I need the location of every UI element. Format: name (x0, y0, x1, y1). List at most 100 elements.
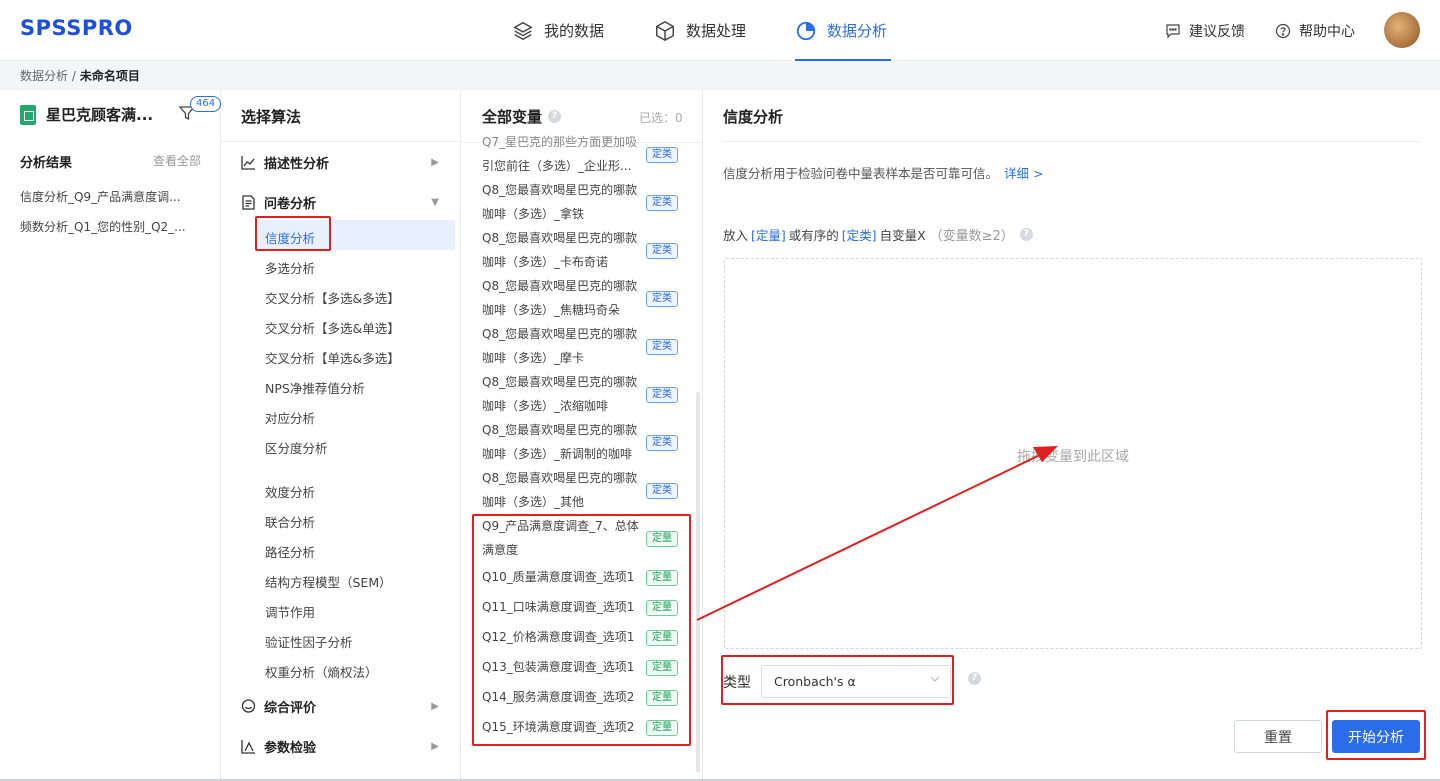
variable-name-line: Q8_您最喜欢喝星巴克的哪款 (482, 279, 638, 293)
algo-item[interactable]: 对应分析 (265, 408, 315, 427)
tag-nominal: 定类 (646, 483, 678, 499)
nav-data-analysis[interactable]: 数据分析 (795, 0, 891, 61)
cube-icon (656, 20, 674, 41)
nav-data-processing[interactable]: 数据处理 (654, 0, 746, 61)
nav-my-data-label: 我的数据 (544, 22, 605, 40)
variable-name-line: 引您前往（多选）_企业形... (482, 159, 632, 173)
tag-nominal: 定类 (646, 291, 678, 307)
algo-item[interactable]: 验证性因子分析 (265, 632, 353, 651)
algo-item[interactable]: 多选分析 (265, 258, 315, 277)
category-comprehensive[interactable]: 综合评价 ▶ (241, 697, 439, 716)
algo-item[interactable]: 联合分析 (265, 512, 315, 531)
variable-name-line: Q8_您最喜欢喝星巴克的哪款 (482, 327, 638, 341)
tag-nominal: 定类 (646, 147, 678, 163)
breadcrumb-root[interactable]: 数据分析 / (20, 67, 76, 84)
quant-type-link: [定量] (751, 228, 786, 243)
user-avatar[interactable] (1384, 12, 1420, 48)
line-chart-icon (241, 156, 255, 170)
nav-my-data[interactable]: 我的数据 (512, 0, 604, 61)
nav-data-processing-label: 数据处理 (686, 22, 747, 40)
feedback-label: 建议反馈 (1189, 23, 1245, 40)
variable-item[interactable]: Q7_星巴克的那些方面更加吸 引您前往（多选）_企业形... (482, 130, 672, 178)
variable-name-line: 咖啡（多选）_摩卡 (482, 351, 585, 365)
variable-item[interactable]: Q8_您最喜欢喝星巴克的哪款 咖啡（多选）_摩卡 (482, 322, 672, 370)
category-descriptive[interactable]: 描述性分析 ▶ (241, 153, 439, 172)
variable-dropzone[interactable]: 拖拽变量到此区域 (724, 258, 1422, 649)
spreadsheet-icon (20, 104, 36, 125)
variable-count-hint: （变量数≥2） (929, 229, 1014, 244)
tag-nominal: 定类 (646, 387, 678, 403)
results-title: 分析结果 (20, 156, 73, 171)
spsspro-logo[interactable]: SPSSPRO (20, 16, 133, 40)
results-header: 分析结果 查看全部 (20, 152, 201, 171)
variables-title-row: 全部变量 ? (482, 106, 562, 127)
category-label: 综合评价 (264, 701, 317, 716)
config-title: 信度分析 (723, 108, 784, 126)
variable-item[interactable]: Q8_您最喜欢喝星巴克的哪款 咖啡（多选）_焦糖玛奇朵 (482, 274, 672, 322)
analysis-config-panel: 信度分析 信度分析用于检验问卷中量表样本是否可靠可信。 详细 > 放入 [定量] … (703, 90, 1440, 781)
category-parametric[interactable]: 参数检验 ▶ (241, 737, 439, 756)
algo-item[interactable]: 路径分析 (265, 542, 315, 561)
variable-item[interactable]: Q8_您最喜欢喝星巴克的哪款 咖啡（多选）_其他 (482, 466, 672, 514)
variable-item[interactable]: Q8_您最喜欢喝星巴克的哪款 咖啡（多选）_拿铁 (482, 178, 672, 226)
annotation-box (1326, 710, 1426, 760)
result-item[interactable]: 信度分析_Q9_产品满意度调... (20, 188, 190, 205)
project-name: 星巴克顾客满... (46, 106, 154, 124)
result-item[interactable]: 频数分析_Q1_您的性别_Q2_... (20, 218, 190, 235)
category-label: 参数检验 (264, 741, 317, 756)
variable-name-line: Q8_您最喜欢喝星巴克的哪款 (482, 423, 638, 437)
help-center-link[interactable]: 帮助中心 (1275, 0, 1355, 61)
variable-name-line: Q8_您最喜欢喝星巴克的哪款 (482, 471, 638, 485)
variable-name-line: 咖啡（多选）_卡布奇诺 (482, 255, 609, 269)
variable-name-line: 咖啡（多选）_新调制的咖啡 (482, 447, 633, 461)
scrollbar[interactable] (696, 392, 700, 772)
annotation-box (721, 655, 954, 705)
help-center-label: 帮助中心 (1299, 23, 1355, 40)
config-description: 信度分析用于检验问卷中量表样本是否可靠可信。 详细 > (723, 163, 1043, 182)
variable-name-line: 咖啡（多选）_其他 (482, 495, 585, 509)
algo-item[interactable]: 效度分析 (265, 482, 315, 501)
top-header: SPSSPRO 我的数据 数据处理 数据分析 建议反馈 帮助中心 (0, 0, 1440, 61)
algo-item[interactable]: 结构方程模型（SEM） (265, 572, 392, 591)
variable-item[interactable]: Q8_您最喜欢喝星巴克的哪款 咖啡（多选）_浓缩咖啡 (482, 370, 672, 418)
filter-count-badge: 464 (190, 96, 222, 112)
divider (723, 141, 1420, 142)
variables-panel: 全部变量 ? 已选：0 Q7_星巴克的那些方面更加吸 引您前往（多选）_企业形.… (461, 90, 703, 781)
variable-name-line: 咖啡（多选）_浓缩咖啡 (482, 399, 609, 413)
reset-button[interactable]: 重置 (1234, 720, 1322, 753)
detail-link[interactable]: 详细 > (1004, 166, 1043, 181)
nav-data-analysis-label: 数据分析 (827, 22, 888, 40)
algo-item[interactable]: 交叉分析【多选&多选】 (265, 288, 400, 307)
message-icon (1166, 23, 1180, 38)
variable-drop-label: 放入 [定量] 或有序的 [定类] 自变量X （变量数≥2） ? (723, 225, 1033, 244)
pie-chart-icon (796, 21, 816, 40)
chevron-right-icon: ▶ (431, 741, 439, 752)
variable-name-line: Q8_您最喜欢喝星巴克的哪款 (482, 183, 638, 197)
put-prefix: 放入 (723, 228, 749, 243)
help-icon[interactable]: ? (1019, 228, 1033, 241)
selected-count: 已选：0 (639, 111, 683, 125)
algorithm-panel-title: 选择算法 (241, 108, 302, 126)
document-icon (242, 195, 255, 210)
bar-chart-icon (241, 740, 255, 754)
feedback-link[interactable]: 建议反馈 (1165, 0, 1245, 61)
algo-item[interactable]: 交叉分析【多选&单选】 (265, 318, 400, 337)
variable-item[interactable]: Q8_您最喜欢喝星巴克的哪款 咖啡（多选）_新调制的咖啡 (482, 418, 672, 466)
tag-nominal: 定类 (646, 243, 678, 259)
algo-item[interactable]: 交叉分析【单选&多选】 (265, 348, 400, 367)
algo-item[interactable]: NPS净推荐值分析 (265, 378, 365, 397)
layers-icon (513, 21, 533, 40)
algo-item[interactable]: 调节作用 (265, 602, 315, 621)
view-all-link[interactable]: 查看全部 (153, 152, 201, 171)
category-questionnaire[interactable]: 问卷分析 ▼ (241, 193, 439, 212)
variable-name-line: 咖啡（多选）_焦糖玛奇朵 (482, 303, 621, 317)
algo-item[interactable]: 权重分析（熵权法） (265, 662, 378, 681)
help-icon[interactable]: ? (548, 110, 562, 123)
help-icon[interactable]: ? (968, 672, 981, 685)
chevron-right-icon: ▶ (431, 157, 439, 168)
breadcrumb: 数据分析 / 未命名项目 (0, 61, 1440, 90)
variable-item[interactable]: Q8_您最喜欢喝星巴克的哪款 咖啡（多选）_卡布奇诺 (482, 226, 672, 274)
put-suffix: 自变量X (879, 228, 926, 243)
tag-nominal: 定类 (646, 195, 678, 211)
algo-item[interactable]: 区分度分析 (265, 438, 328, 457)
